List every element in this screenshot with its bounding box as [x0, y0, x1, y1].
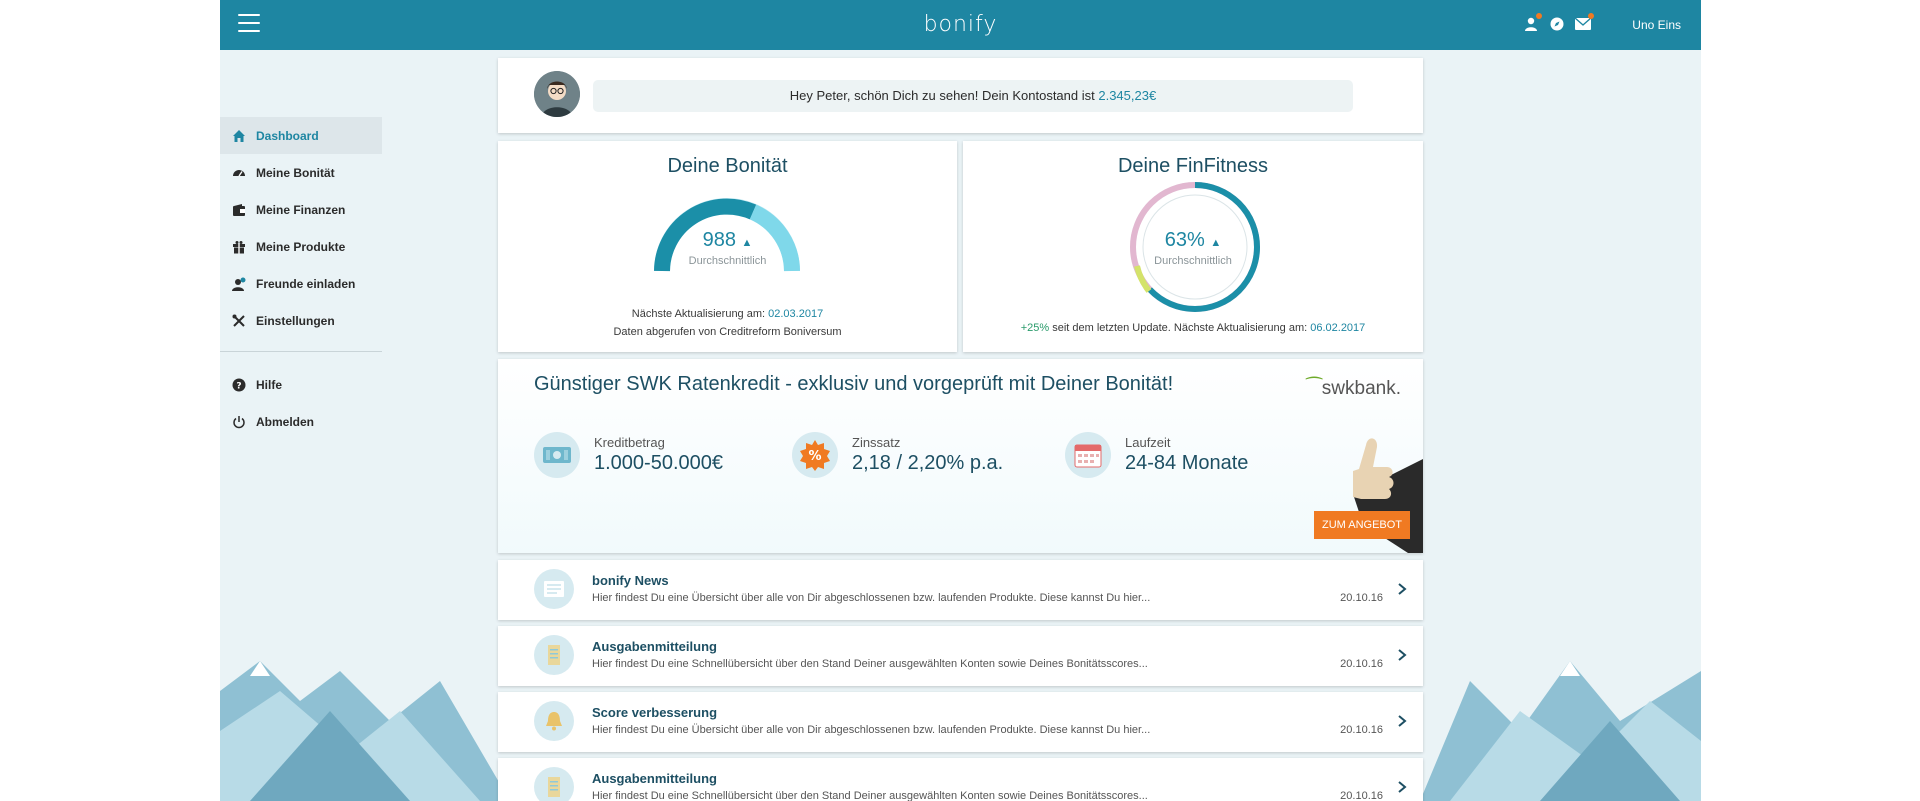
gauge-icon: [233, 169, 245, 176]
tools-icon: [232, 314, 245, 327]
feature-laufzeit: Laufzeit 24-84 Monate: [1065, 432, 1248, 478]
news-item[interactable]: Ausgabenmitteilung Hier findest Du eine …: [498, 626, 1423, 686]
greeting-card: Hey Peter, schön Dich zu sehen! Dein Kon…: [498, 58, 1423, 133]
receipt-icon: [534, 767, 574, 801]
feature-kreditbetrag: Kreditbetrag 1.000-50.000€: [534, 432, 723, 478]
bonitaet-source: Daten abgerufen von Creditreform Boniver…: [613, 326, 842, 338]
calendar-icon: [1065, 432, 1111, 478]
sidebar-item-dashboard[interactable]: Dashboard: [220, 117, 382, 154]
finfitness-title: Deine FinFitness: [1117, 155, 1269, 177]
feature-value: 1.000-50.000€: [594, 452, 724, 474]
finfitness-rating: Durchschnittlich: [1154, 255, 1232, 267]
account-balance: 2.345,23€: [1098, 88, 1157, 103]
news-text: Hier findest Du eine Schnellübersicht üb…: [592, 790, 1148, 801]
greeting-message: Hey Peter, schön Dich zu sehen! Dein Kon…: [593, 80, 1353, 112]
svg-text:%: %: [808, 449, 821, 464]
bonitaet-next-update: Nächste Aktualisierung am: 02.03.2017: [631, 308, 824, 320]
sidebar-divider: [220, 351, 382, 352]
sidebar-item-label: Freunde einladen: [256, 276, 356, 291]
chevron-right-icon[interactable]: [1397, 648, 1407, 662]
gift-icon: [233, 240, 245, 253]
finfitness-score: 63% ▲: [1164, 229, 1222, 251]
feature-value: 24-84 Monate: [1125, 452, 1249, 474]
user-name[interactable]: Uno Eins: [1632, 18, 1681, 32]
swkbank-logo: ⁀swkbank.: [1306, 378, 1401, 399]
news-date: 20.10.16: [1340, 592, 1383, 604]
sidebar-item-meine-finanzen[interactable]: Meine Finanzen: [220, 191, 382, 228]
newspaper-icon: [534, 569, 574, 609]
news-title: Ausgabenmitteilung: [592, 771, 717, 786]
chevron-right-icon[interactable]: [1397, 780, 1407, 794]
app-window: bonify Uno Eins Dashboard Meine Bonität: [220, 0, 1701, 801]
logo[interactable]: bonify: [220, 12, 1701, 37]
feature-label: Laufzeit: [1125, 435, 1171, 450]
bonitaet-score: 988 ▲: [702, 229, 753, 251]
sidebar-item-abmelden[interactable]: Abmelden: [220, 403, 382, 440]
profile-icon[interactable]: [1523, 13, 1542, 32]
sidebar-item-label: Meine Bonität: [256, 165, 335, 180]
offer-title: Günstiger SWK Ratenkredit - exklusiv und…: [534, 373, 1174, 395]
feature-label: Kreditbetrag: [594, 435, 665, 450]
sidebar-item-label: Meine Finanzen: [256, 202, 346, 217]
help-icon: ?: [232, 378, 246, 391]
feature-value: 2,18 / 2,20% p.a.: [852, 452, 1004, 474]
sidebar-item-meine-produkte[interactable]: Meine Produkte: [220, 228, 382, 265]
news-date: 20.10.16: [1340, 658, 1383, 670]
compass-icon[interactable]: [1549, 16, 1565, 32]
news-date: 20.10.16: [1340, 790, 1383, 801]
news-title: bonify News: [592, 573, 669, 588]
percent-icon: %: [792, 432, 838, 478]
receipt-icon: [534, 635, 574, 675]
feature-label: Zinssatz: [852, 435, 901, 450]
news-text: Hier findest Du eine Übersicht über alle…: [592, 724, 1151, 736]
sidebar-item-label: Abmelden: [256, 414, 315, 429]
sidebar-item-freunde-einladen[interactable]: Freunde einladen: [220, 265, 382, 302]
sidebar-item-label: Einstellungen: [256, 313, 335, 328]
chevron-right-icon[interactable]: [1397, 714, 1407, 728]
news-text: Hier findest Du eine Schnellübersicht üb…: [592, 658, 1148, 670]
bonitaet-card[interactable]: Deine Bonität 988 ▲ Durchschnittlich Näc…: [498, 141, 957, 352]
news-title: Ausgabenmitteilung: [592, 639, 717, 654]
mail-icon[interactable]: [1575, 13, 1594, 32]
wallet-icon: [233, 203, 245, 216]
news-date: 20.10.16: [1340, 724, 1383, 736]
bonitaet-title: Deine Bonität: [667, 155, 788, 177]
bell-icon: [534, 701, 574, 741]
feature-zinssatz: % Zinssatz 2,18 / 2,20% p.a.: [792, 432, 1003, 478]
sidebar: Dashboard Meine Bonität Meine Finanzen M…: [220, 117, 382, 440]
news-title: Score verbesserung: [592, 705, 718, 720]
avatar[interactable]: [534, 71, 580, 117]
sidebar-item-einstellungen[interactable]: Einstellungen: [220, 302, 382, 339]
news-item[interactable]: Score verbesserung Hier findest Du eine …: [498, 692, 1423, 752]
loan-offer-card[interactable]: Günstiger SWK Ratenkredit - exklusiv und…: [498, 359, 1423, 553]
news-item[interactable]: bonify News Hier findest Du eine Übersic…: [498, 560, 1423, 620]
sidebar-item-label: Hilfe: [256, 377, 283, 392]
sidebar-item-label: Meine Produkte: [256, 239, 346, 254]
chevron-right-icon[interactable]: [1397, 582, 1407, 596]
sidebar-item-meine-bonitaet[interactable]: Meine Bonität: [220, 154, 382, 191]
header-icons: [1523, 13, 1594, 32]
finfitness-change: +25% seit dem letzten Update. Nächste Ak…: [1020, 322, 1366, 334]
add-friend-icon: [232, 277, 246, 291]
news-item[interactable]: Ausgabenmitteilung Hier findest Du eine …: [498, 758, 1423, 801]
svg-text:?: ?: [236, 381, 241, 391]
money-icon: [534, 432, 580, 478]
top-bar: bonify Uno Eins: [220, 0, 1701, 50]
news-text: Hier findest Du eine Übersicht über alle…: [592, 592, 1151, 604]
finfitness-card[interactable]: Deine FinFitness 63% ▲ Durchschnittlich …: [963, 141, 1423, 352]
zum-angebot-button[interactable]: ZUM ANGEBOT: [1314, 511, 1410, 539]
home-icon: [233, 129, 245, 142]
sidebar-item-hilfe[interactable]: ? Hilfe: [220, 366, 382, 403]
power-icon: [233, 415, 245, 428]
sidebar-item-label: Dashboard: [256, 128, 319, 143]
bonitaet-rating: Durchschnittlich: [688, 255, 767, 267]
greeting-text: Hey Peter, schön Dich zu sehen! Dein Kon…: [789, 88, 1095, 103]
